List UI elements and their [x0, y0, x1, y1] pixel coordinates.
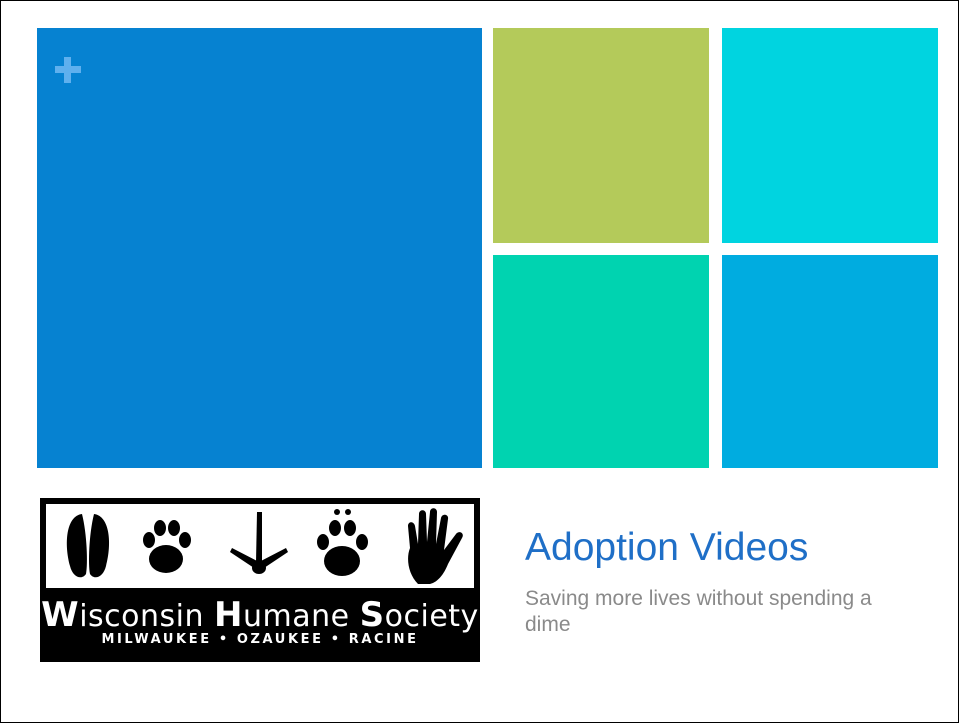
logo-prints-panel: [46, 504, 474, 588]
tile-large-blue: [37, 28, 482, 468]
tile-cyan: [722, 28, 938, 243]
bird-track-icon: [230, 512, 288, 574]
paw-print-icon: [317, 509, 368, 576]
logo-organization-name: Wisconsin Humane Society: [41, 595, 479, 635]
tile-teal: [493, 255, 709, 468]
tile-lime: [493, 28, 709, 243]
slide: Wisconsin Humane Society MILWAUKEE • OZA…: [0, 0, 959, 723]
tile-light-blue: [722, 255, 938, 468]
hand-print-icon: [408, 508, 463, 584]
organization-logo: Wisconsin Humane Society MILWAUKEE • OZA…: [40, 498, 480, 662]
slide-title: Adoption Videos: [525, 526, 809, 569]
hoof-print-icon: [66, 514, 110, 578]
paw-print-icon: [143, 520, 191, 573]
slide-subtitle: Saving more lives without spending a dim…: [525, 587, 872, 637]
plus-icon: [55, 57, 81, 83]
logo-locations: MILWAUKEE • OZAUKEE • RACINE: [101, 632, 419, 647]
animal-prints: [66, 508, 463, 584]
